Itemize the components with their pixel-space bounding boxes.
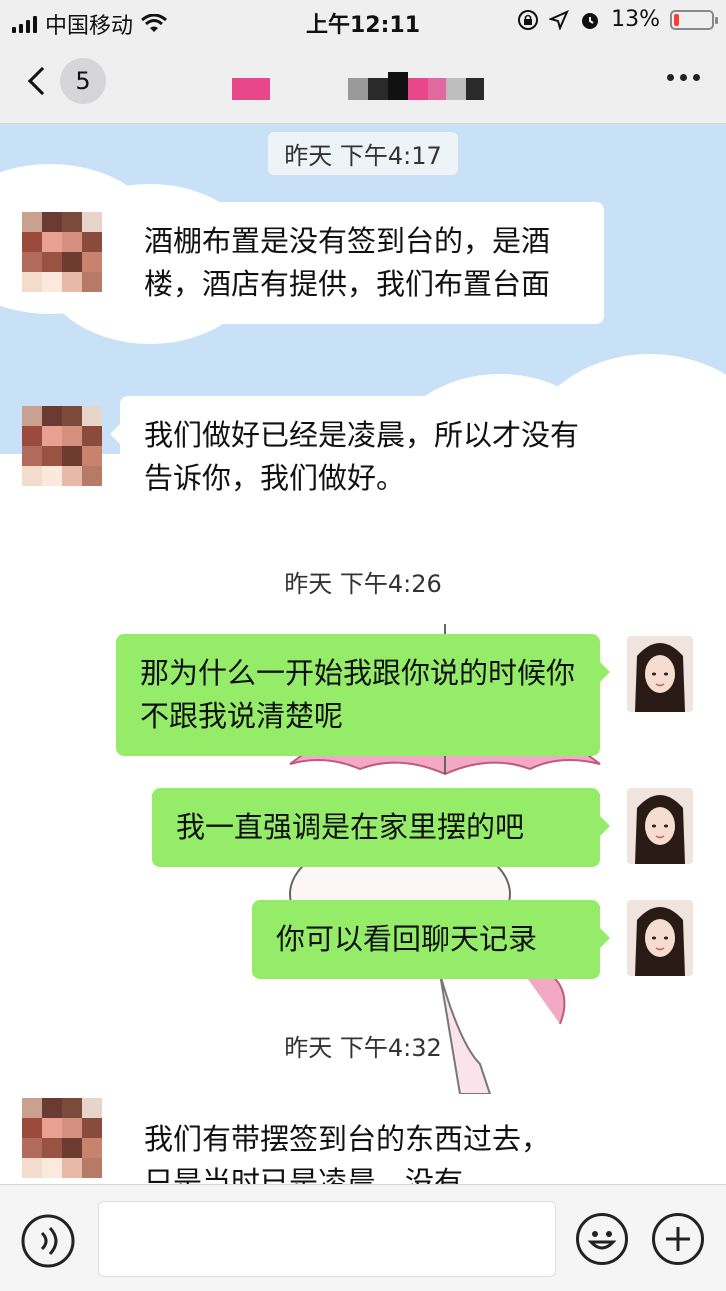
chat-area[interactable]: 昨天 下午4:17 酒棚布置是没有签到台的，是酒楼，酒店有提供，我们布置台面 我… xyxy=(0,124,726,1184)
battery-icon xyxy=(670,9,718,30)
message-bubble-incoming[interactable]: 我们有带摆签到台的东西过去，只是当时已是凌晨，没有 xyxy=(110,1100,580,1184)
more-functions-button[interactable] xyxy=(652,1213,704,1265)
girl-avatar-icon xyxy=(627,788,693,864)
timestamp: 昨天 下午4:32 xyxy=(284,1034,442,1062)
contact-avatar[interactable] xyxy=(22,1098,102,1178)
emoji-button[interactable] xyxy=(576,1213,628,1265)
chat-title-redacted xyxy=(230,70,500,100)
more-options-button[interactable] xyxy=(667,74,700,81)
message-bubble-outgoing[interactable]: 我一直强调是在家里摆的吧 xyxy=(152,788,610,867)
my-avatar[interactable] xyxy=(627,900,693,976)
voice-input-icon[interactable] xyxy=(20,1213,76,1269)
message-bubble-incoming[interactable]: 酒棚布置是没有签到台的，是酒楼，酒店有提供，我们布置台面 xyxy=(110,202,604,324)
plus-icon xyxy=(666,1227,690,1251)
nav-bar: 5 xyxy=(0,40,726,124)
contact-avatar[interactable] xyxy=(22,406,102,486)
message-input[interactable] xyxy=(98,1201,556,1277)
unread-count-badge: 5 xyxy=(60,58,106,104)
message-bubble-outgoing[interactable]: 你可以看回聊天记录 xyxy=(252,900,610,979)
girl-avatar-icon xyxy=(627,636,693,712)
my-avatar[interactable] xyxy=(627,788,693,864)
location-icon xyxy=(549,9,570,30)
timestamp: 昨天 下午4:17 xyxy=(268,132,458,175)
status-right: 13% xyxy=(517,7,718,32)
input-bar xyxy=(0,1184,726,1291)
message-bubble-incoming[interactable]: 我们做好已经是凌晨，所以才没有告诉你，我们做好。 xyxy=(110,396,604,518)
message-bubble-outgoing[interactable]: 那为什么一开始我跟你说的时候你不跟我说清楚呢 xyxy=(116,634,610,756)
alarm-icon xyxy=(582,12,599,29)
my-avatar[interactable] xyxy=(627,636,693,712)
status-bar: 中国移动 上午12:11 13% xyxy=(0,0,726,40)
rotation-lock-icon xyxy=(518,9,539,30)
back-button[interactable]: 5 xyxy=(22,56,116,106)
chevron-left-icon xyxy=(27,66,57,96)
girl-avatar-icon xyxy=(627,900,693,976)
smiley-icon xyxy=(587,1231,617,1250)
dot-icon xyxy=(680,74,687,81)
battery-percent: 13% xyxy=(611,7,660,32)
dot-icon xyxy=(667,74,674,81)
dot-icon xyxy=(693,74,700,81)
contact-avatar[interactable] xyxy=(22,212,102,292)
timestamp: 昨天 下午4:26 xyxy=(284,570,442,598)
